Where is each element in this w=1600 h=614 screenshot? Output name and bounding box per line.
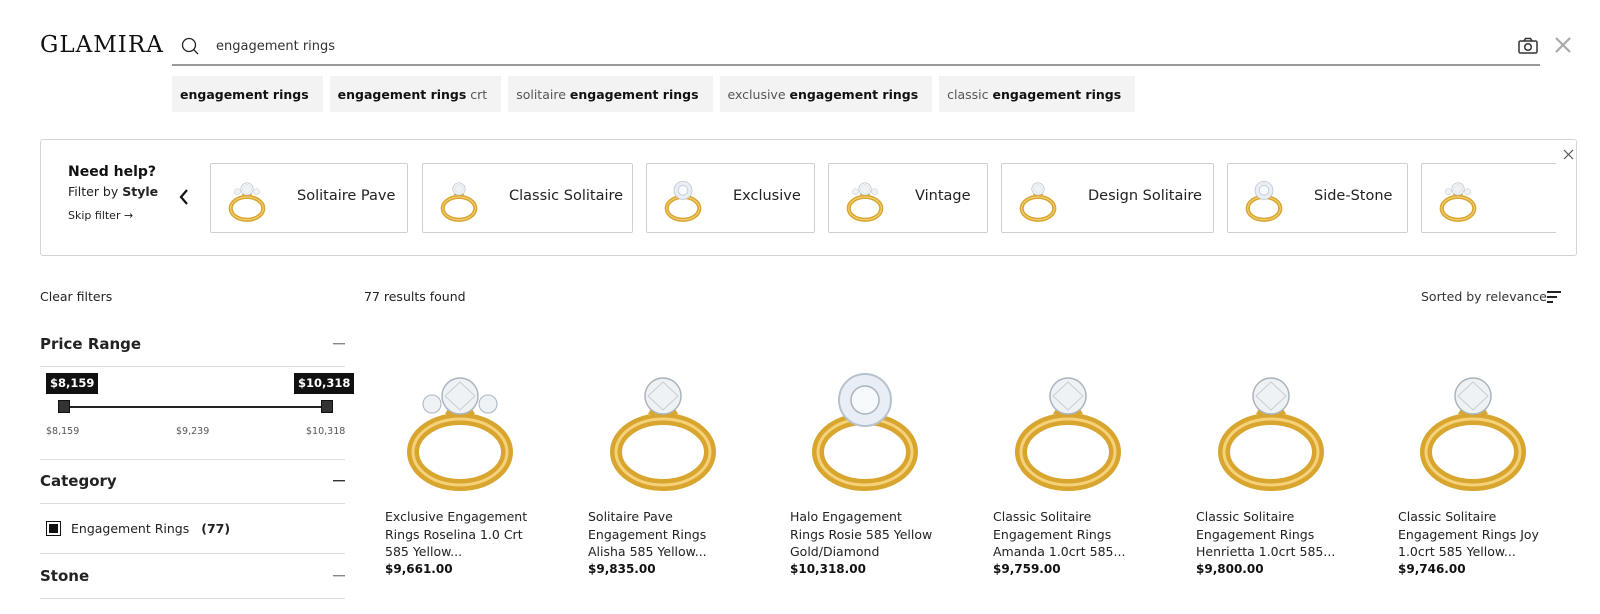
category-label: Engagement Rings (71, 521, 190, 536)
suggestion-chip[interactable]: exclusive engagement rings (719, 76, 933, 112)
divider (40, 459, 345, 460)
ring-image[interactable] (588, 352, 738, 498)
close-icon[interactable] (1553, 35, 1573, 55)
style-label: Side-Stone (1314, 188, 1393, 204)
price-max-badge: $10,318 (294, 373, 355, 394)
product-card[interactable]: Halo Engagement Rings Rosie 585 Yellow G… (790, 352, 980, 576)
ring-image[interactable] (1196, 352, 1346, 498)
suggestion-chip[interactable]: classic engagement rings (939, 76, 1136, 112)
product-price: $9,759.00 (993, 562, 1061, 576)
sort-icon[interactable] (1547, 290, 1562, 304)
product-card[interactable]: Classic Solitaire Engagement Rings Amand… (993, 352, 1183, 576)
product-name[interactable]: Classic Solitaire Engagement Rings Joy 1… (1398, 508, 1546, 561)
ring-image[interactable] (790, 352, 940, 498)
style-label: Design Solitaire (1088, 188, 1202, 204)
ring-icon (228, 182, 266, 222)
style-card[interactable] (1421, 163, 1556, 233)
product-card[interactable]: Exclusive Engagement Rings Roselina 1.0 … (385, 352, 575, 576)
search-suggestions: engagement rings engagement rings crt so… (172, 76, 1136, 112)
price-tick: $9,239 (176, 426, 210, 437)
stone-header[interactable]: Stone (40, 561, 345, 591)
price-tick: $10,318 (306, 426, 346, 437)
chevron-left-icon[interactable] (177, 187, 191, 207)
search-bar (172, 26, 1540, 66)
style-label: Vintage (915, 188, 971, 204)
product-name[interactable]: Solitaire Pave Engagement Rings Alisha 5… (588, 508, 736, 561)
style-card[interactable]: Side-Stone (1227, 163, 1408, 233)
price-tick: $8,159 (46, 426, 80, 437)
style-card[interactable]: Solitaire Pave (210, 163, 408, 233)
product-price: $9,835.00 (588, 562, 656, 576)
product-price: $9,661.00 (385, 562, 453, 576)
category-header[interactable]: Category (40, 466, 345, 496)
divider (40, 553, 345, 554)
product-name[interactable]: Classic Solitaire Engagement Rings Amand… (993, 508, 1141, 561)
product-card[interactable]: Solitaire Pave Engagement Rings Alisha 5… (588, 352, 778, 576)
divider (40, 503, 345, 504)
ring-icon (1439, 182, 1477, 222)
minus-icon[interactable] (333, 480, 345, 482)
ring-icon (1019, 182, 1057, 222)
minus-icon[interactable] (333, 343, 345, 345)
price-slider-track[interactable] (64, 406, 330, 408)
minus-icon[interactable] (333, 575, 345, 577)
results-count: 77 results found (364, 289, 466, 304)
price-slider-min-handle[interactable] (58, 400, 70, 413)
ring-icon (664, 180, 702, 222)
search-icon[interactable] (180, 36, 200, 56)
style-card[interactable]: Classic Solitaire (422, 163, 633, 233)
help-subtitle: Filter by Style (68, 184, 159, 199)
style-card[interactable]: Exclusive (646, 163, 815, 233)
product-card[interactable]: Classic Solitaire Engagement Rings Henri… (1196, 352, 1386, 576)
ring-icon (846, 182, 884, 222)
product-price: $9,800.00 (1196, 562, 1264, 576)
product-name[interactable]: Halo Engagement Rings Rosie 585 Yellow G… (790, 508, 938, 561)
style-label: Exclusive (733, 188, 801, 204)
divider (40, 366, 345, 367)
sort-dropdown[interactable]: Sorted by relevance (1421, 289, 1547, 304)
style-carousel: Solitaire Pave Classic Solitaire Exclusive… (210, 163, 1556, 233)
style-filter-panel: Need help? Filter by Style Skip filter →… (40, 139, 1577, 256)
close-icon[interactable] (1563, 149, 1574, 160)
search-input[interactable] (216, 34, 1416, 58)
camera-icon[interactable] (1517, 36, 1539, 56)
style-card[interactable]: Vintage (828, 163, 988, 233)
stone-facet: Stone (40, 561, 345, 591)
skip-filter-link[interactable]: Skip filter → (68, 209, 133, 222)
price-range-header[interactable]: Price Range (40, 329, 345, 359)
glamira-logo[interactable]: GLAMIRA (40, 32, 164, 58)
product-price: $10,318.00 (790, 562, 866, 576)
price-slider-max-handle[interactable] (321, 400, 333, 413)
style-card[interactable]: Design Solitaire (1001, 163, 1214, 233)
help-title: Need help? (68, 164, 157, 180)
ring-image[interactable] (385, 352, 535, 498)
suggestion-chip[interactable]: solitaire engagement rings (508, 76, 713, 112)
style-label: Classic Solitaire (509, 188, 624, 204)
ring-icon (440, 182, 478, 222)
price-range-facet: Price Range (40, 329, 345, 359)
ring-icon (1245, 180, 1283, 222)
product-name[interactable]: Classic Solitaire Engagement Rings Henri… (1196, 508, 1344, 561)
ring-image[interactable] (993, 352, 1143, 498)
ring-image[interactable] (1398, 352, 1548, 498)
divider (40, 598, 345, 599)
product-name[interactable]: Exclusive Engagement Rings Roselina 1.0 … (385, 508, 533, 561)
clear-filters-link[interactable]: Clear filters (40, 289, 112, 304)
product-price: $9,746.00 (1398, 562, 1466, 576)
suggestion-chip[interactable]: engagement rings (172, 76, 323, 112)
category-option-engagement-rings[interactable]: Engagement Rings (77) (46, 521, 230, 536)
style-label: Solitaire Pave (297, 188, 396, 204)
category-count: (77) (201, 521, 231, 536)
checkbox[interactable] (46, 521, 61, 536)
price-min-badge: $8,159 (46, 373, 99, 394)
category-facet: Category (40, 466, 345, 496)
product-card[interactable]: Classic Solitaire Engagement Rings Joy 1… (1398, 352, 1588, 576)
suggestion-chip[interactable]: engagement rings crt (329, 76, 502, 112)
